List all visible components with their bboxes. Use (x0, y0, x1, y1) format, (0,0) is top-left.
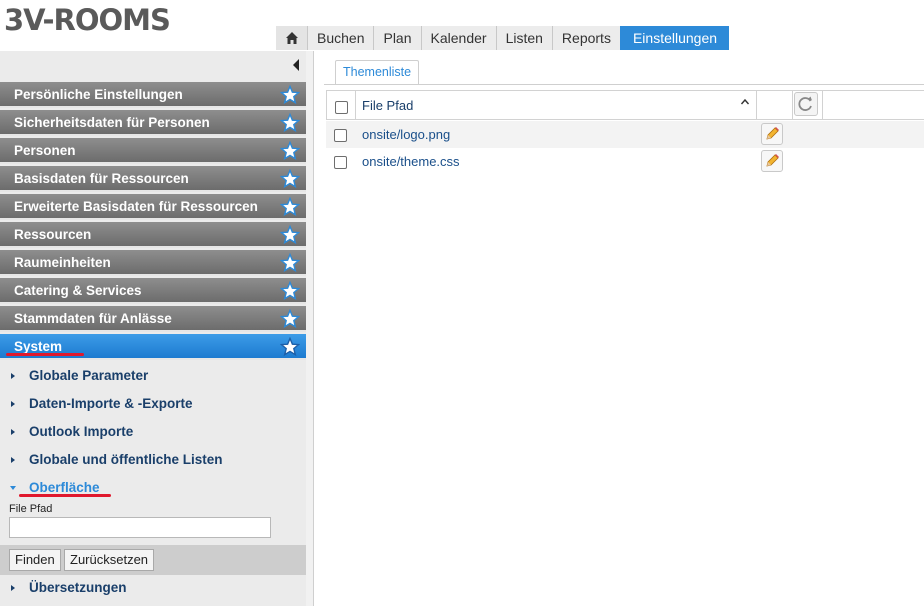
caret-down-icon (10, 486, 16, 490)
tab-buchen[interactable]: Buchen (307, 26, 374, 50)
star-icon[interactable] (280, 337, 300, 357)
select-all-checkbox[interactable] (335, 101, 348, 114)
refresh-button[interactable] (794, 92, 818, 116)
caret-right-icon (11, 401, 15, 407)
table-row: onsite/logo.png (326, 121, 924, 148)
sidebar-section-personen[interactable]: Personen (0, 138, 306, 164)
subitem-label: Globale und öffentliche Listen (29, 452, 223, 467)
app-header: 3V-ROOMS Buchen Plan Kalender Listen Rep… (0, 0, 924, 50)
subitem-uebersetzungen[interactable]: Übersetzungen (0, 575, 306, 601)
edit-column-header (757, 91, 793, 119)
filter-file-label: File Pfad (9, 503, 53, 515)
subitem-globale-parameter[interactable]: Globale Parameter (0, 363, 306, 389)
home-tab[interactable] (276, 26, 307, 50)
caret-right-icon (11, 457, 15, 463)
tab-reports[interactable]: Reports (551, 26, 620, 50)
star-icon[interactable] (280, 197, 300, 217)
sidebar-divider (306, 51, 314, 606)
oberflaeche-highlight (19, 494, 111, 497)
section-label: Ressourcen (14, 227, 92, 242)
row-checkbox[interactable] (334, 156, 347, 169)
section-label: System (14, 339, 63, 354)
star-icon[interactable] (280, 253, 300, 273)
sidebar-section-ressourcen[interactable]: Ressourcen (0, 222, 306, 248)
subitem-label: Outlook Importe (29, 424, 134, 439)
section-label: Sicherheitsdaten für Personen (14, 115, 210, 130)
star-icon[interactable] (280, 281, 300, 301)
star-icon[interactable] (280, 169, 300, 189)
table-row: onsite/theme.css (326, 148, 924, 175)
file-path-filter-input[interactable] (9, 517, 271, 538)
section-label: Erweiterte Basisdaten für Ressourcen (14, 199, 258, 214)
edit-button[interactable] (761, 150, 783, 172)
tab-listen[interactable]: Listen (495, 26, 552, 50)
file-column-header[interactable] (356, 91, 757, 119)
find-button[interactable]: Finden (9, 549, 61, 571)
sidebar-section-erweiterte-basisdaten[interactable]: Erweiterte Basisdaten für Ressourcen (0, 194, 306, 220)
subitem-label: Oberfläche (29, 480, 100, 495)
pencil-icon (766, 154, 779, 167)
sidebar-section-basisdaten-ressourcen[interactable]: Basisdaten für Ressourcen (0, 166, 306, 192)
tab-plan[interactable]: Plan (373, 26, 421, 50)
section-label: Basisdaten für Ressourcen (14, 171, 189, 186)
star-icon[interactable] (280, 85, 300, 105)
pencil-icon (766, 127, 779, 140)
file-link[interactable]: onsite/logo.png (362, 127, 450, 142)
sidebar-section-stammdaten-anlaesse[interactable]: Stammdaten für Anlässe (0, 306, 306, 332)
tab-themenliste[interactable]: Themenliste (335, 60, 420, 84)
chevron-left-icon (293, 59, 299, 71)
file-column-label: File Pfad (362, 98, 414, 113)
star-icon[interactable] (280, 113, 300, 133)
caret-right-icon (11, 429, 15, 435)
main-navigation: Buchen Plan Kalender Listen Reports Eins… (276, 26, 730, 50)
subitem-oberflaeche[interactable]: Oberfläche (0, 475, 306, 501)
star-icon[interactable] (280, 309, 300, 329)
subitem-label: Daten-Importe & -Exporte (29, 396, 193, 411)
sidebar-section-system[interactable]: System (0, 334, 306, 360)
section-label: Persönliche Einstellungen (14, 87, 183, 102)
home-icon (285, 32, 298, 44)
tab-einstellungen[interactable]: Einstellungen (619, 26, 730, 50)
select-column-header (327, 91, 356, 119)
star-icon[interactable] (280, 141, 300, 161)
section-label: Raumeinheiten (14, 255, 111, 270)
subitem-outlook-importe[interactable]: Outlook Importe (0, 419, 306, 445)
sidebar-section-persoenliche-einstellungen[interactable]: Persönliche Einstellungen (0, 82, 306, 108)
subitem-globale-listen[interactable]: Globale und öffentliche Listen (0, 447, 306, 473)
caret-right-icon (11, 373, 15, 379)
row-checkbox[interactable] (334, 129, 347, 142)
tab-kalender[interactable]: Kalender (420, 26, 496, 50)
sidebar-section-catering-services[interactable]: Catering & Services (0, 278, 306, 304)
app-logo: 3V-ROOMS (4, 3, 171, 37)
collapse-sidebar-button[interactable] (292, 59, 302, 71)
star-icon[interactable] (280, 225, 300, 245)
grid-header (326, 90, 924, 120)
system-highlight (6, 353, 84, 356)
refresh-icon (798, 96, 812, 111)
caret-right-icon (11, 585, 15, 591)
section-label: Personen (14, 143, 76, 158)
subitem-label: Globale Parameter (29, 368, 149, 383)
subitem-label: Übersetzungen (29, 580, 127, 595)
section-label: Catering & Services (14, 283, 142, 298)
sidebar-section-sicherheitsdaten[interactable]: Sicherheitsdaten für Personen (0, 110, 306, 136)
section-label: Stammdaten für Anlässe (14, 311, 172, 326)
reset-button[interactable]: Zurücksetzen (64, 549, 155, 571)
file-link[interactable]: onsite/theme.css (362, 154, 460, 169)
sidebar-section-raumeinheiten[interactable]: Raumeinheiten (0, 250, 306, 276)
subitem-daten-importe[interactable]: Daten-Importe & -Exporte (0, 391, 306, 417)
sort-ascending-icon[interactable] (740, 97, 750, 107)
edit-button[interactable] (761, 123, 783, 145)
